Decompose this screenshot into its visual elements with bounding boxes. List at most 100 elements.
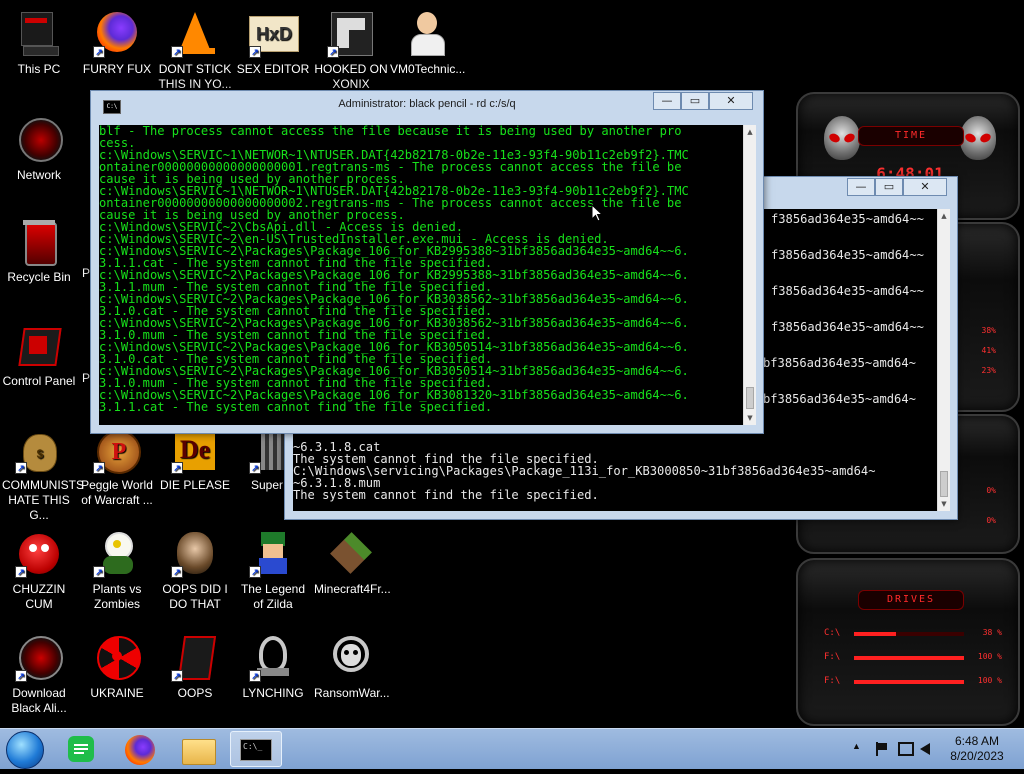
vertical-scrollbar[interactable]: ▲ ▼ <box>743 125 756 425</box>
scroll-thumb[interactable] <box>940 471 948 497</box>
scroll-thumb[interactable] <box>746 387 754 409</box>
desktop-icon-minecraft[interactable]: Minecraft4Fr... <box>312 526 391 597</box>
desktop-icon-label: FURRY FUX <box>82 62 152 76</box>
shortcut-arrow-icon <box>249 46 261 58</box>
alien-head-icon <box>824 116 860 160</box>
console-line: bf3856ad364e35~amd64~ <box>763 356 916 370</box>
cpu-percent: 38% <box>981 326 996 335</box>
desktop-icon-communists[interactable]: $ COMMUNISTS HATE THIS G... <box>0 422 84 523</box>
scroll-down-arrow-icon[interactable]: ▼ <box>938 497 950 511</box>
scroll-up-arrow-icon[interactable]: ▲ <box>938 209 950 223</box>
alien-oops-icon <box>171 634 219 682</box>
taskbar-app-firefox[interactable] <box>116 731 164 767</box>
shortcut-arrow-icon <box>15 566 27 578</box>
network-icon[interactable] <box>898 742 914 756</box>
green-doc-icon <box>68 736 94 762</box>
desktop-icon-this-pc[interactable]: This PC <box>0 6 78 77</box>
doctor-avatar-icon <box>403 10 451 58</box>
desktop-icon-vm0[interactable]: VM0Technic... <box>388 6 466 77</box>
grass-block-icon <box>327 530 375 578</box>
maximize-button[interactable]: ▭ <box>681 92 709 110</box>
taskbar-app-explorer[interactable] <box>174 731 222 767</box>
desktop-icon-control-panel[interactable]: Control Panel <box>0 318 78 389</box>
desktop-icon-label: HOOKED ON XONIX <box>314 62 388 91</box>
rope-icon <box>249 634 297 682</box>
computer-icon <box>15 10 63 58</box>
cpu-percent: 41% <box>981 346 996 355</box>
desktop-icon-dont-stick[interactable]: DONT STICK THIS IN YO... <box>156 6 234 92</box>
desktop-icon-recycle-bin[interactable]: Recycle Bin <box>0 214 78 285</box>
maximize-button[interactable]: ▭ <box>875 178 903 196</box>
desktop-icon-ukraine[interactable]: UKRAINE <box>78 630 156 701</box>
desktop-icon-label: The Legend of Zilda <box>240 582 306 611</box>
console-line: f3856ad364e35~amd64~~ <box>771 320 924 334</box>
tray-clock[interactable]: 6:48 AM 8/20/2023 <box>946 734 1008 774</box>
desktop-icon-ransomware[interactable]: RansomWar... <box>312 630 390 701</box>
volume-icon[interactable] <box>920 743 930 755</box>
cpu-percent: 23% <box>981 366 996 375</box>
console-line: f3856ad364e35~amd64~~ <box>771 248 924 262</box>
drive-letter: F:\ <box>824 676 841 686</box>
desktop-icon-label: This PC <box>17 62 61 76</box>
taskbar-app-cmd[interactable]: C:\_ <box>230 731 282 767</box>
desktop-icon-lynching[interactable]: LYNCHING <box>234 630 312 701</box>
console-line: blf - The process cannot access the file… <box>99 125 682 138</box>
shortcut-arrow-icon <box>249 462 261 474</box>
desktop-icon-label: OOPS <box>177 686 213 700</box>
drives-gadget: DRIVES C:\ 38 % F:\ 100 % F:\ 100 % <box>796 558 1020 726</box>
console-output[interactable]: blf - The process cannot access the file… <box>99 125 743 425</box>
desktop-icon-label: UKRAINE <box>90 686 144 700</box>
windows-orb-icon[interactable] <box>6 731 44 769</box>
drive-usage-bar <box>854 632 964 636</box>
console-line: 3.1.1.cat - The system cannot find the f… <box>99 400 493 414</box>
ram-percent: 0% <box>986 516 996 525</box>
desktop-icon-label: COMMUNISTS HATE THIS G... <box>2 478 84 522</box>
vertical-scrollbar[interactable]: ▲ ▼ <box>937 209 950 511</box>
plant-icon <box>93 530 141 578</box>
close-button[interactable]: ✕ <box>709 92 753 110</box>
firefox-icon <box>125 735 155 765</box>
drives-label: DRIVES <box>858 590 964 610</box>
scroll-up-arrow-icon[interactable]: ▲ <box>744 125 756 139</box>
taskbar: C:\_ ▲ 6:48 AM 8/20/2023 <box>0 728 1024 769</box>
title-bar[interactable]: C:\ Administrator: black pencil - rd c:/… <box>91 91 763 119</box>
desktop-icon-label: CHUZZIN CUM <box>12 582 66 611</box>
taskbar-app-green-doc[interactable] <box>58 731 106 767</box>
desktop-icon-oops[interactable]: OOPS <box>156 630 234 701</box>
desktop-icon-oops-did[interactable]: OOPS DID I DO THAT <box>156 526 234 612</box>
desktop-icon-zilda[interactable]: The Legend of Zilda <box>234 526 312 612</box>
desktop-icon-download-alien[interactable]: Download Black Ali... <box>0 630 78 716</box>
shortcut-arrow-icon <box>249 566 261 578</box>
desktop-icon-sex-editor[interactable]: HxD SEX EDITOR <box>234 6 312 77</box>
drive-percent: 38 % <box>982 628 1002 637</box>
firefox-icon <box>93 10 141 58</box>
drive-letter: C:\ <box>824 628 841 638</box>
shortcut-arrow-icon <box>171 670 183 682</box>
drive-usage-bar <box>854 680 964 684</box>
shortcut-arrow-icon <box>15 670 27 682</box>
desktop-icon-pvz[interactable]: Plants vs Zombies <box>78 526 156 612</box>
alien-head-icon <box>960 116 996 160</box>
portrait-icon <box>171 530 219 578</box>
console-window-front[interactable]: C:\ Administrator: black pencil - rd c:/… <box>90 90 764 434</box>
tray-date: 8/20/2023 <box>950 749 1004 763</box>
drive-letter: F:\ <box>824 652 841 662</box>
desktop-icon-furry-fux[interactable]: FURRY FUX <box>78 6 156 77</box>
desktop-icon-chuzzin[interactable]: CHUZZIN CUM <box>0 526 78 612</box>
shortcut-arrow-icon <box>171 462 183 474</box>
minimize-button[interactable]: — <box>847 178 875 196</box>
minimize-button[interactable]: — <box>653 92 681 110</box>
alien-network-icon <box>15 116 63 164</box>
close-button[interactable]: ✕ <box>903 178 947 196</box>
drive-usage-bar <box>854 656 964 660</box>
desktop-icon-peggle[interactable]: P Peggle World of Warcraft ... <box>78 422 156 508</box>
desktop-icon-network[interactable]: Network <box>0 112 78 183</box>
drive-percent: 100 % <box>977 652 1002 661</box>
hxd-editor-icon: HxD <box>249 10 299 58</box>
console-line: f3856ad364e35~amd64~~ <box>771 284 924 298</box>
flag-icon[interactable] <box>876 742 888 756</box>
scroll-down-arrow-icon[interactable]: ▼ <box>744 411 756 425</box>
time-label: TIME <box>858 126 964 146</box>
tray-chevron-icon[interactable]: ▲ <box>852 741 861 757</box>
desktop-icon-hooked[interactable]: HOOKED ON XONIX <box>312 6 390 92</box>
